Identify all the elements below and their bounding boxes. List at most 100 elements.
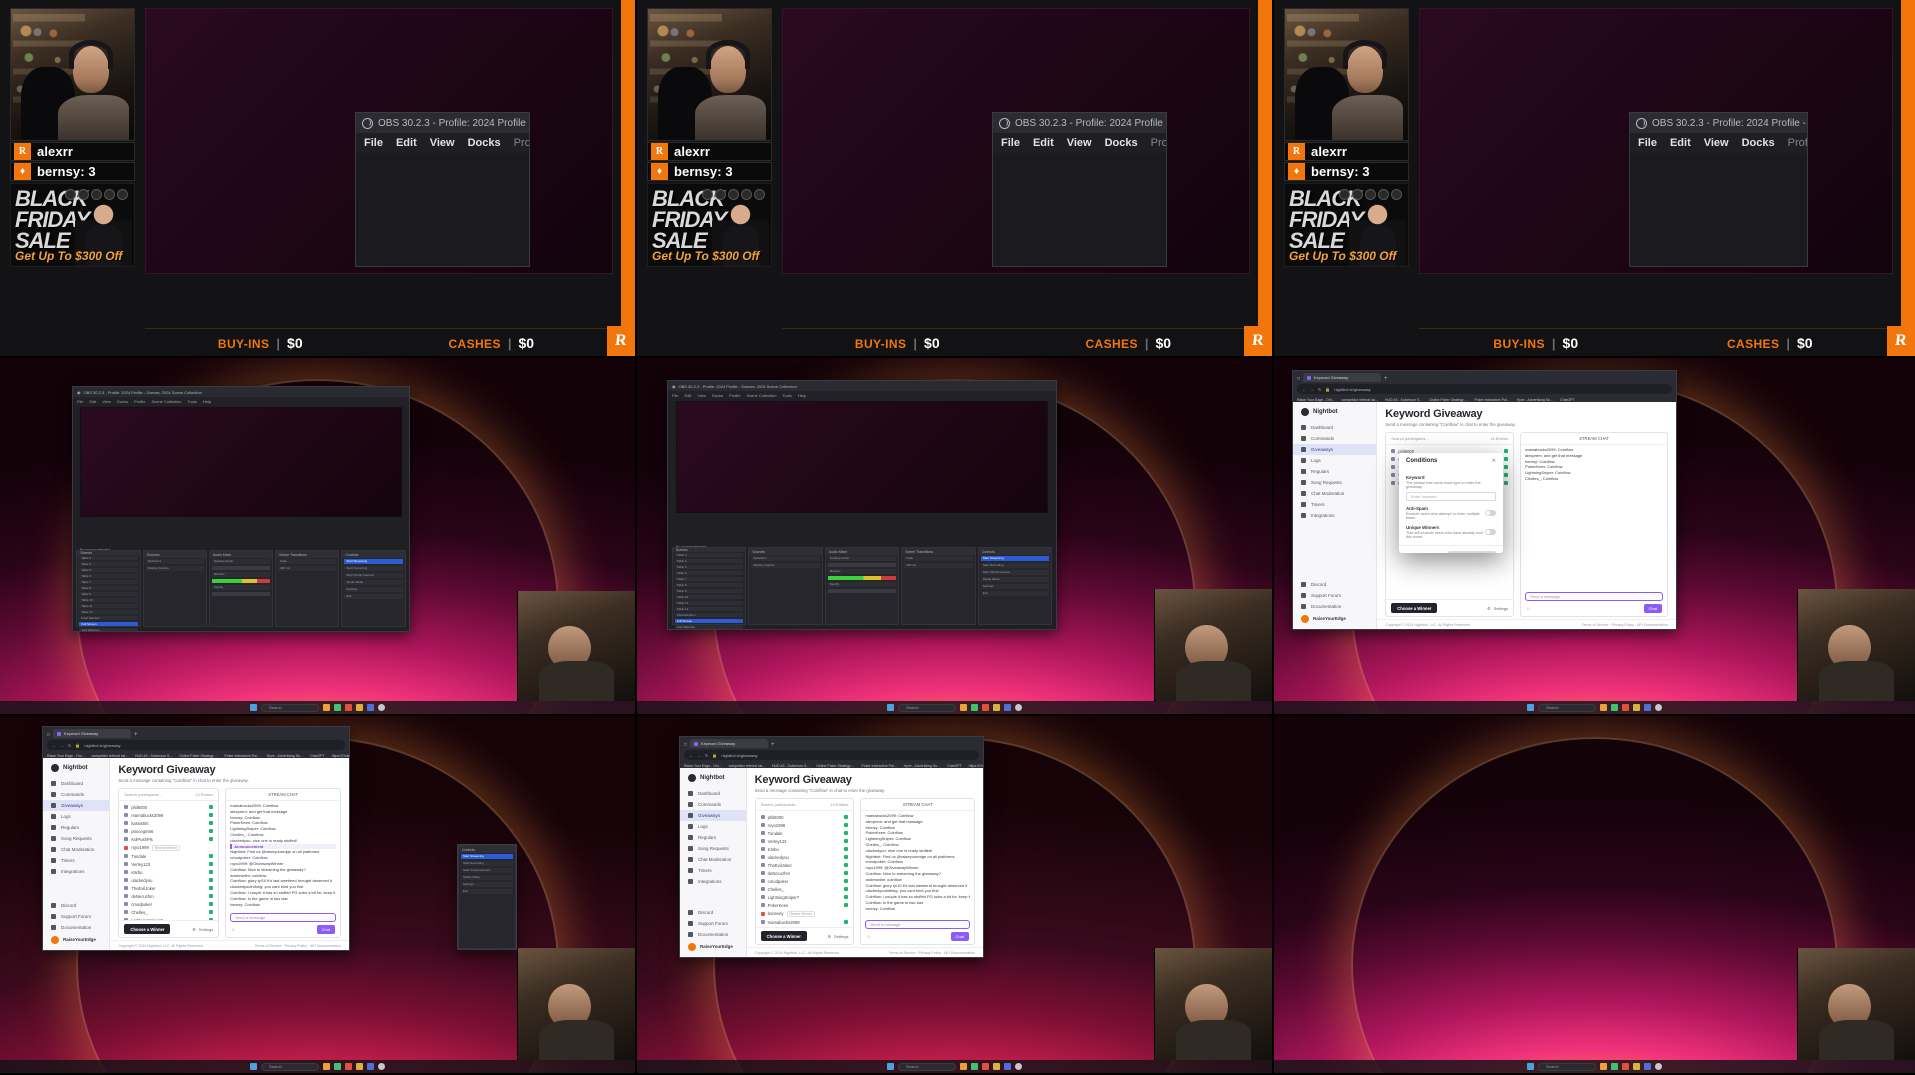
audio-channel[interactable]: Desktop Audio [211,559,271,565]
sidebar-item-song-requests[interactable]: Song Requests [43,833,109,844]
settings-link[interactable]: ⚙ Settings [827,934,848,939]
menu-edit[interactable]: Edit [396,137,417,149]
scene-item-selected[interactable]: Full Screen [79,622,138,627]
sidebar-item-commands[interactable]: Commands [43,789,109,800]
sidebar-item-regulars[interactable]: Regulars [1293,466,1376,477]
menu-profile[interactable]: Profile [729,393,740,398]
participants-search[interactable]: Search participants... 14 Entries [1386,433,1514,445]
windows-taskbar[interactable]: Search [0,1060,635,1073]
sidebar-item-timers[interactable]: Timers [680,865,746,876]
start-icon[interactable] [1527,704,1534,711]
sidebar-item-giveaways[interactable]: Giveaways [680,810,746,821]
explorer-icon[interactable] [1600,1063,1607,1070]
sidebar-item-documentation[interactable]: Documentation [1293,601,1376,612]
keyword-input[interactable]: Enter keyword [1406,492,1496,501]
start-icon[interactable] [887,1063,894,1070]
scene-item[interactable]: Table 6 [79,574,138,579]
scene-item-selected[interactable]: Full Screen [674,619,744,624]
list-item-winner[interactable]: bonnvey Recent Winner [756,909,854,918]
sidebar-item-integrations[interactable]: Integrations [680,876,746,887]
menu-profile[interactable]: Profile [514,137,529,149]
list-item[interactable]: PokerKeen [756,901,854,909]
address-bar[interactable]: ← → ↻ 🔒 nightbot.tv/giveaway [47,740,345,750]
windows-taskbar[interactable]: Search [1274,701,1915,714]
menu-help[interactable]: Help [798,393,806,398]
app-icon[interactable] [345,704,352,711]
app-icon[interactable] [1644,704,1651,711]
app-icon[interactable] [993,1063,1000,1070]
menu-view[interactable]: View [102,399,111,404]
sidebar-item-giveaways[interactable]: Giveaways [1293,444,1377,455]
settings-button[interactable]: Settings [344,587,403,593]
sidebar-item-timers[interactable]: Timers [1293,499,1376,510]
list-item[interactable]: Tundale [756,829,854,837]
list-item[interactable]: Vertey123 [756,837,854,845]
api-docs-link[interactable]: API Documentation [310,944,341,948]
menu-docks[interactable]: Docks [1742,137,1775,149]
menu-file[interactable]: File [77,399,83,404]
list-item[interactable]: TheEvilJoker [756,861,854,869]
list-item[interactable]: cmodpoker [119,900,218,908]
audio-channel[interactable]: Desktop Audio [827,556,897,562]
source-item[interactable]: Display Capture [751,563,820,569]
emote-icon[interactable]: ☺ [1526,606,1530,611]
audio-channel[interactable]: Spotify [827,582,897,588]
scene-item[interactable]: Table 9 [79,592,138,597]
sidebar-item-commands[interactable]: Commands [1293,433,1376,444]
app-icon[interactable] [982,1063,989,1070]
taskbar-search[interactable]: Search [898,703,956,712]
send-chat-button[interactable]: Chat [316,925,335,934]
windows-taskbar[interactable]: Search [637,701,1272,714]
scene-item[interactable]: Table 11 [674,601,744,606]
new-tab-button[interactable]: + [771,742,775,748]
start-recording-button[interactable]: Start Recording [344,566,403,572]
list-item[interactable]: Kärbu [756,845,854,853]
list-item[interactable]: deNecuzhm [756,869,854,877]
sidebar-item-chat-moderation[interactable]: Chat Moderation [1293,488,1376,499]
search-input[interactable]: Search participants... [1391,436,1429,441]
menu-file[interactable]: File [1001,137,1020,149]
tab-search-icon[interactable]: □ [47,732,50,738]
start-virtual-camera-button[interactable]: Start Virtual Camera [461,868,513,873]
sidebar-item-support-forum[interactable]: Support Forum [680,918,746,929]
scene-item[interactable]: Table 9 [674,589,744,594]
app-icon[interactable] [1622,704,1629,711]
menu-help[interactable]: Help [203,399,211,404]
terms-link[interactable]: Terms of Service [1582,623,1609,627]
transition-duration[interactable]: 300 ms [904,563,973,569]
start-recording-button[interactable]: Start Recording [461,861,513,866]
chat-input[interactable]: Send a message [1525,592,1663,601]
taskbar-search[interactable]: Search [898,1062,956,1071]
sidebar-item-integrations[interactable]: Integrations [1293,510,1376,521]
menu-view[interactable]: View [430,137,455,149]
sidebar-item-timers[interactable]: Timers [43,855,109,866]
menu-view[interactable]: View [1067,137,1092,149]
obs-taskbar-icon[interactable] [378,704,385,711]
audio-channel[interactable]: Mic/Aux [827,569,897,575]
privacy-link[interactable]: Privacy Policy [1612,623,1634,627]
sidebar-item-discord[interactable]: Discord [1293,579,1376,590]
list-item[interactable]: phil6000 [119,803,218,811]
reload-icon[interactable]: ↻ [1318,387,1321,392]
app-icon[interactable] [1611,1063,1618,1070]
obs-taskbar-icon[interactable] [378,1063,385,1070]
menu-edit[interactable]: Edit [1670,137,1691,149]
scene-item[interactable]: Just Webcam [79,628,138,631]
choose-winner-button[interactable]: Choose a Winner [760,931,807,941]
app-icon[interactable] [1004,704,1011,711]
list-item[interactable]: ulackedyou [756,853,854,861]
start-recording-button[interactable]: Start Recording [980,563,1050,569]
scene-item[interactable]: Table 5 [674,565,744,570]
list-item[interactable]: Kärbu [119,868,218,876]
menu-profile[interactable]: Profile [1151,137,1166,149]
send-chat-button[interactable]: Chat [1643,604,1662,613]
start-virtual-camera-button[interactable]: Start Virtual Camera [344,573,403,579]
audio-channel[interactable]: Spotify [211,585,271,591]
transition-select[interactable]: Fade [278,559,337,565]
scene-item[interactable]: Table 8 [674,583,744,588]
terms-link[interactable]: Terms of Service [889,951,916,955]
menu-docks[interactable]: Docks [1105,137,1138,149]
menu-scene-collection[interactable]: Scene Collection [151,399,181,404]
list-item[interactable]: deNecuzhm [119,892,218,900]
close-button[interactable]: Close [1448,551,1496,553]
